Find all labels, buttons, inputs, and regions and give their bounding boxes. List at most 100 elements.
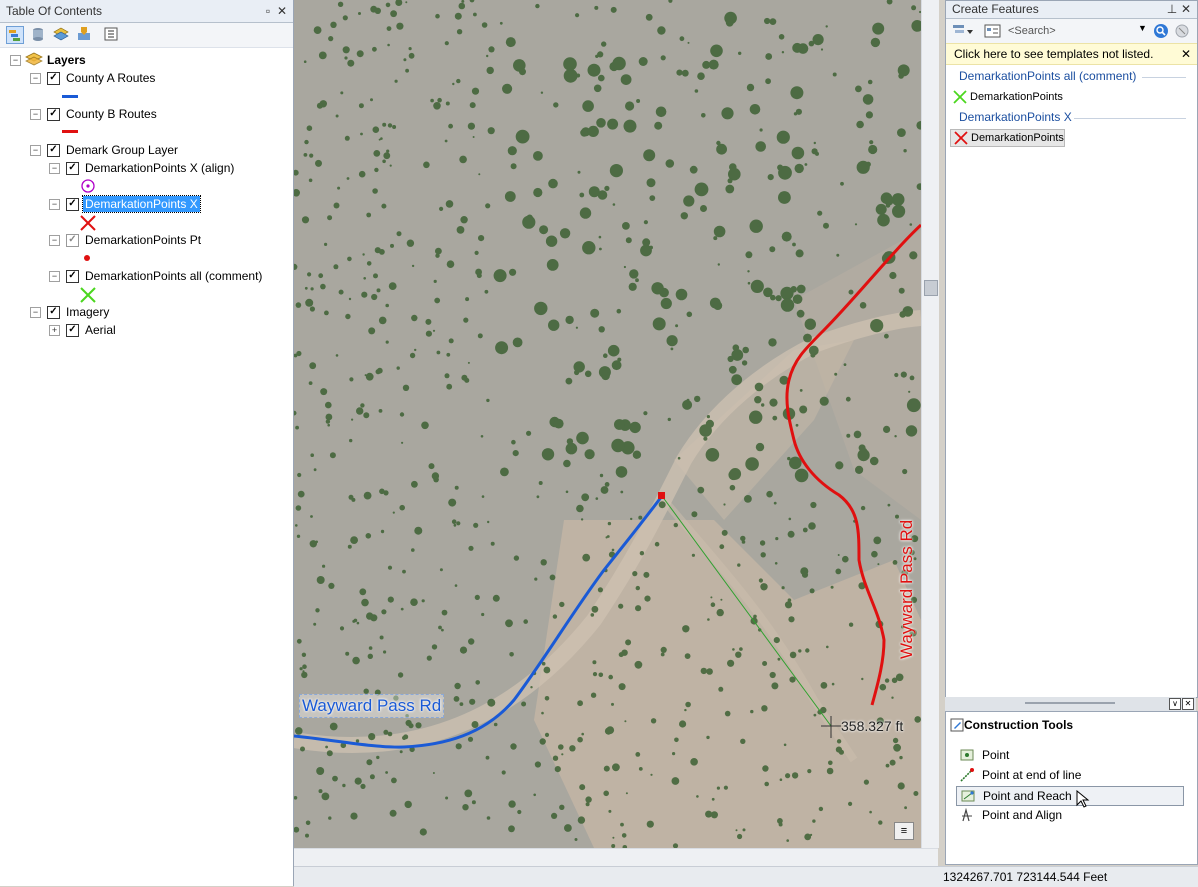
- vegetation-patch: [581, 493, 590, 502]
- list-by-visibility-icon[interactable]: [52, 26, 70, 44]
- vegetation-patch: [612, 836, 615, 839]
- vegetation-patch: [905, 425, 918, 437]
- vegetation-patch: [705, 448, 720, 462]
- map-horizontal-scrollbar[interactable]: [294, 848, 938, 867]
- vegetation-patch: [486, 398, 490, 403]
- layer-county-a-routes[interactable]: County A Routes: [66, 70, 155, 86]
- organize-templates-icon[interactable]: [984, 23, 1002, 39]
- dp-pt-checkbox[interactable]: ✓: [66, 234, 79, 247]
- close-icon[interactable]: ✕: [1181, 44, 1191, 64]
- demark-group-collapse-toggle[interactable]: −: [30, 145, 41, 156]
- vegetation-patch: [485, 203, 491, 209]
- dp-x-collapse-toggle[interactable]: −: [49, 199, 60, 210]
- map-tips-icon[interactable]: ≡: [894, 822, 914, 840]
- point-and-reach-icon: [961, 790, 975, 802]
- vegetation-patch: [504, 191, 516, 202]
- vegetation-patch: [430, 98, 434, 103]
- list-by-source-icon[interactable]: [29, 26, 47, 44]
- close-icon[interactable]: ✕: [1182, 698, 1194, 710]
- dp-pt-collapse-toggle[interactable]: −: [49, 235, 60, 246]
- dp-x-align-collapse-toggle[interactable]: −: [49, 163, 60, 174]
- pin-icon[interactable]: ▫: [261, 0, 275, 22]
- vscroll-thumb[interactable]: [924, 280, 938, 296]
- vegetation-patch: [884, 678, 890, 683]
- template-search-input[interactable]: <Search>: [1008, 23, 1148, 39]
- layer-county-b-routes[interactable]: County B Routes: [66, 106, 157, 122]
- list-by-selection-icon[interactable]: [75, 26, 93, 44]
- vegetation-patch: [456, 226, 465, 234]
- county-b-collapse-toggle[interactable]: −: [30, 109, 41, 120]
- clear-search-icon[interactable]: [1174, 23, 1190, 39]
- pin-icon[interactable]: ⊥: [1165, 1, 1179, 18]
- dp-all-collapse-toggle[interactable]: −: [49, 271, 60, 282]
- layer-dp-pt[interactable]: DemarkationPoints Pt: [85, 232, 201, 248]
- vegetation-patch: [805, 648, 810, 653]
- vegetation-patch: [380, 529, 385, 534]
- templates-not-listed-notice[interactable]: Click here to see templates not listed. …: [946, 43, 1197, 65]
- map-vertical-scrollbar[interactable]: [921, 0, 939, 848]
- vegetation-patch: [685, 701, 691, 708]
- filter-dropdown-icon[interactable]: [952, 23, 974, 39]
- vegetation-patch: [538, 481, 543, 485]
- layer-aerial[interactable]: Aerial: [85, 322, 116, 338]
- layers-collapse-toggle[interactable]: −: [10, 55, 21, 66]
- options-icon[interactable]: [102, 26, 120, 44]
- vegetation-patch: [337, 186, 341, 190]
- tool-point-at-end-of-line[interactable]: Point at end of line: [956, 766, 1081, 784]
- vegetation-patch: [295, 524, 298, 527]
- vegetation-patch: [660, 55, 666, 61]
- imagery-collapse-toggle[interactable]: −: [30, 307, 41, 318]
- vegetation-patch: [719, 544, 725, 550]
- chevron-down-icon[interactable]: ▼: [1138, 23, 1147, 33]
- vegetation-patch: [356, 50, 364, 58]
- vegetation-patch: [638, 515, 643, 520]
- close-icon[interactable]: ✕: [1179, 1, 1193, 18]
- layer-imagery[interactable]: Imagery: [66, 304, 109, 320]
- layer-dp-x[interactable]: DemarkationPoints X: [82, 195, 201, 213]
- vegetation-patch: [587, 63, 601, 77]
- county-a-checkbox[interactable]: ✓: [47, 72, 60, 85]
- layer-dp-all[interactable]: DemarkationPoints all (comment): [85, 268, 262, 284]
- county-b-checkbox[interactable]: ✓: [47, 108, 60, 121]
- tool-point-and-align[interactable]: Point and Align: [956, 806, 1062, 824]
- search-icon[interactable]: [1153, 23, 1169, 39]
- vegetation-patch: [605, 536, 608, 539]
- vegetation-patch: [606, 726, 615, 734]
- vegetation-patch: [700, 205, 707, 212]
- dp-x-checkbox[interactable]: ✓: [66, 198, 79, 211]
- vegetation-patch: [414, 526, 423, 535]
- list-by-drawing-order-icon[interactable]: [6, 26, 24, 44]
- vegetation-patch: [654, 121, 663, 130]
- notice-text[interactable]: Click here to see templates not listed.: [954, 47, 1153, 61]
- tool-point-and-reach[interactable]: Point and Reach: [956, 786, 1184, 806]
- vegetation-patch: [403, 734, 409, 740]
- layer-dp-x-align[interactable]: DemarkationPoints X (align): [85, 160, 234, 176]
- layers-root-label[interactable]: Layers: [47, 52, 86, 68]
- vegetation-patch: [883, 425, 891, 433]
- panel-splitter[interactable]: ∨ ✕: [945, 697, 1196, 711]
- collapse-icon[interactable]: ∨: [1169, 698, 1181, 710]
- template-item[interactable]: DemarkationPoints: [950, 89, 1063, 105]
- imagery-checkbox[interactable]: ✓: [47, 306, 60, 319]
- map-view[interactable]: Wayward Pass Rd 358.327 ft Wayward Pass …: [294, 0, 921, 848]
- vegetation-patch: [574, 838, 578, 841]
- aerial-expand-toggle[interactable]: +: [49, 325, 60, 336]
- tool-point[interactable]: Point: [956, 746, 1009, 764]
- vegetation-patch: [530, 686, 533, 689]
- aerial-checkbox[interactable]: ✓: [66, 324, 79, 337]
- vegetation-patch: [541, 661, 546, 666]
- template-item-selected[interactable]: DemarkationPoints: [950, 129, 1065, 147]
- close-icon[interactable]: ✕: [275, 0, 289, 22]
- vegetation-patch: [817, 210, 823, 216]
- dp-x-align-checkbox[interactable]: ✓: [66, 162, 79, 175]
- vegetation-patch: [713, 236, 718, 241]
- county-a-collapse-toggle[interactable]: −: [30, 73, 41, 84]
- vegetation-patch: [595, 54, 599, 58]
- vegetation-patch: [826, 645, 829, 649]
- demark-group-checkbox[interactable]: ✓: [47, 144, 60, 157]
- vegetation-patch: [666, 335, 678, 347]
- vegetation-patch: [612, 56, 626, 71]
- layer-demark-group[interactable]: Demark Group Layer: [66, 142, 178, 158]
- vegetation-patch: [848, 622, 854, 627]
- dp-all-checkbox[interactable]: ✓: [66, 270, 79, 283]
